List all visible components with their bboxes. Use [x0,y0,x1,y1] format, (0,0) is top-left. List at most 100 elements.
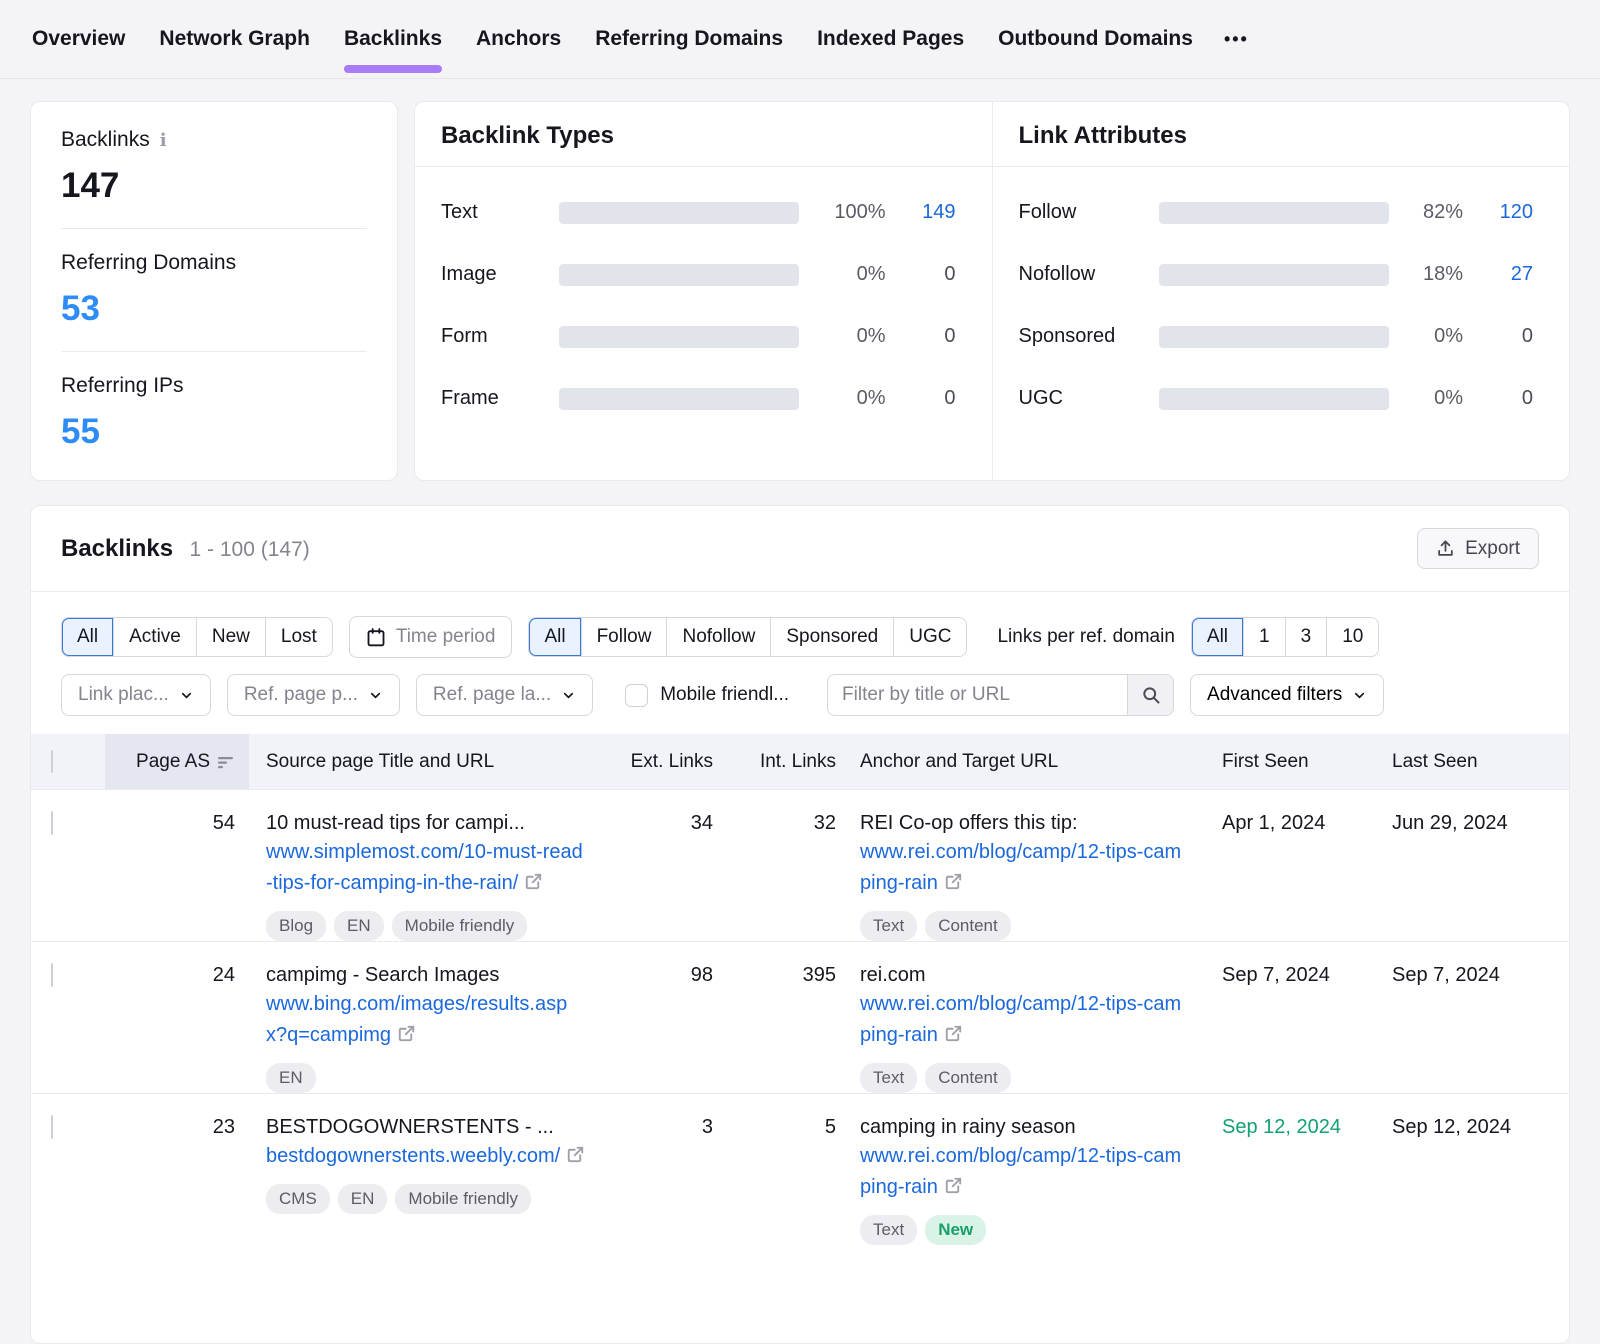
follow-follow[interactable]: Follow [581,618,667,656]
time-period-button[interactable]: Time period [349,616,513,658]
lpd-3[interactable]: 3 [1285,618,1327,656]
anchor-tag: Content [925,1063,1011,1093]
table-header: Page AS Source page Title and URL Ext. L… [31,734,1569,789]
table-range: 1 - 100 (147) [190,538,310,561]
anchor-tag: Text [860,1063,917,1093]
referring-ips-stat-value[interactable]: 55 [61,412,367,452]
chevron-down-icon [1352,688,1367,703]
table-title-group: Backlinks 1 - 100 (147) [61,535,310,563]
int-links-value: 32 [719,790,842,835]
row-checkbox[interactable] [51,963,53,987]
lpd-10[interactable]: 10 [1326,618,1378,656]
table-row: 23 BESTDOGOWNERSTENTS - ... bestdogowner… [31,1093,1569,1245]
last-seen-value: Jun 29, 2024 [1377,790,1569,835]
export-button[interactable]: Export [1417,528,1539,569]
column-header-last-seen[interactable]: Last Seen [1377,751,1569,773]
calendar-icon [366,627,386,647]
status-active[interactable]: Active [113,618,196,656]
source-page-url-link[interactable]: www.bing.com/images/results.aspx?q=campi… [266,989,588,1051]
page-as-value: 24 [105,942,249,987]
follow-nofollow[interactable]: Nofollow [666,618,770,656]
anchor-text: camping in rainy season [860,1116,1207,1139]
table-filters: All Active New Lost Time period All Foll… [31,592,1569,734]
referring-domains-stat-label: Referring Domains [61,251,367,275]
more-tabs-icon[interactable]: ••• [1210,29,1263,50]
info-icon[interactable]: i [160,130,167,151]
status-lost[interactable]: Lost [265,618,332,656]
first-seen-value: Sep 7, 2024 [1207,942,1377,987]
tab-outbound-domains[interactable]: Outbound Domains [981,0,1210,78]
anchor-text: rei.com [860,964,1207,987]
mobile-friendly-checkbox[interactable] [625,684,648,707]
status-new[interactable]: New [196,618,265,656]
tab-backlinks[interactable]: Backlinks [327,0,459,78]
column-header-ext-links[interactable]: Ext. Links [619,751,719,773]
lpd-1[interactable]: 1 [1243,618,1285,656]
last-seen-value: Sep 7, 2024 [1377,942,1569,987]
bar-row-sponsored: Sponsored 0% 0 [1019,325,1534,348]
bar-track [1159,326,1389,348]
column-header-first-seen[interactable]: First Seen [1207,751,1377,773]
status-all[interactable]: All [62,618,113,656]
external-link-icon [397,1024,416,1043]
target-url-link[interactable]: www.rei.com/blog/camp/12-tips-camping-ra… [860,989,1182,1051]
tab-anchors[interactable]: Anchors [459,0,578,78]
bar-row-follow: Follow 82% 120 [1019,201,1534,224]
bar-track [1159,388,1389,410]
column-header-int-links[interactable]: Int. Links [719,751,842,773]
column-header-anchor: Anchor and Target URL [842,751,1207,773]
tab-network-graph[interactable]: Network Graph [142,0,327,78]
referring-domains-stat-value[interactable]: 53 [61,289,367,329]
active-tab-indicator [344,65,442,73]
row-checkbox[interactable] [51,1115,53,1139]
lpd-all[interactable]: All [1192,618,1243,656]
select-all-checkbox[interactable] [51,750,53,773]
referring-ips-stat-label: Referring IPs [61,374,367,398]
mobile-friendly-filter[interactable]: Mobile friendl... [625,684,789,707]
source-tag: EN [338,1184,388,1214]
tab-referring-domains[interactable]: Referring Domains [578,0,800,78]
first-seen-value: Apr 1, 2024 [1207,790,1377,835]
column-header-page-as[interactable]: Page AS [105,734,249,789]
links-per-domain-filter: All 1 3 10 [1191,617,1379,657]
ref-page-language-dropdown[interactable]: Ref. page la... [416,674,593,716]
bar-row-text: Text 100% 149 [441,201,956,224]
chevron-down-icon [368,688,383,703]
table-title: Backlinks [61,535,173,562]
target-url-link[interactable]: www.rei.com/blog/camp/12-tips-camping-ra… [860,1141,1182,1203]
source-tag: EN [266,1063,316,1093]
summary-card: Backlinks i 147 Referring Domains 53 Ref… [30,101,398,481]
bar-track [559,264,799,286]
status-filter: All Active New Lost [61,617,333,657]
tab-overview[interactable]: Overview [32,0,142,78]
ext-links-value: 34 [619,790,719,835]
tab-indexed-pages[interactable]: Indexed Pages [800,0,981,78]
overview-cards: Backlinks i 147 Referring Domains 53 Ref… [0,79,1600,481]
int-links-value: 5 [719,1094,842,1139]
backlinks-stat-value: 147 [61,166,367,206]
follow-ugc[interactable]: UGC [893,618,966,656]
follow-sponsored[interactable]: Sponsored [770,618,893,656]
export-icon [1436,539,1455,558]
target-url-link[interactable]: www.rei.com/blog/camp/12-tips-camping-ra… [860,837,1182,899]
row-checkbox[interactable] [51,811,53,835]
backlink-types-title: Backlink Types [415,102,992,167]
source-page-url-link[interactable]: bestdogownerstents.weebly.com/ [266,1141,588,1172]
source-page-title: 10 must-read tips for campi... [266,812,606,835]
link-placement-dropdown[interactable]: Link plac... [61,674,211,716]
source-page-url-link[interactable]: www.simplemost.com/10-must-read-tips-for… [266,837,588,899]
search-input[interactable] [828,675,1127,715]
backlinks-stat-label: Backlinks i [61,128,367,152]
ref-page-platform-dropdown[interactable]: Ref. page p... [227,674,400,716]
search-icon[interactable] [1127,675,1173,715]
backlink-types-chart: Backlink Types Text 100% 149 Image 0% 0 … [415,102,992,480]
source-tag: Mobile friendly [392,911,528,941]
divider [61,228,367,229]
advanced-filters-dropdown[interactable]: Advanced filters [1190,674,1384,716]
source-tag: CMS [266,1184,330,1214]
bar-track [559,326,799,348]
source-tag: Blog [266,911,326,941]
source-tag: Mobile friendly [395,1184,531,1214]
table-row: 54 10 must-read tips for campi... www.si… [31,789,1569,941]
follow-all[interactable]: All [529,618,580,656]
